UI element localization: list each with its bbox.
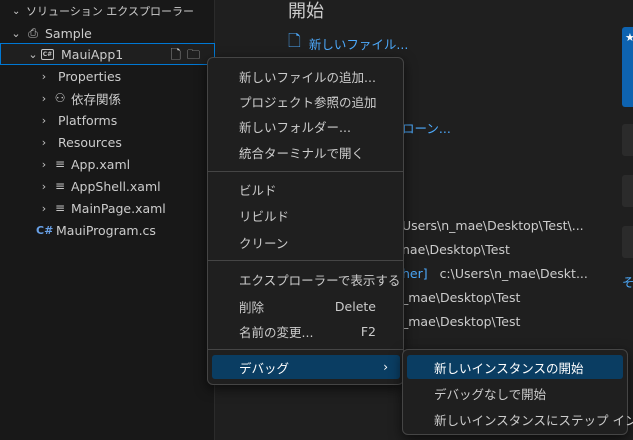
- recent-item[interactable]: nae\Desktop\Test: [402, 242, 510, 257]
- recent-path: c:\Users\n_mae\Deskt...: [439, 266, 588, 281]
- chevron-down-icon: ⌄: [12, 5, 21, 17]
- new-file-label: 新しいファイル...: [308, 37, 409, 52]
- context-menu: 新しいファイルの追加... プロジェクト参照の追加 新しいフォルダー... 統合…: [207, 57, 404, 385]
- chevron-right-icon: ›: [41, 69, 47, 83]
- tree-item[interactable]: › ≡ MainPage.xaml: [0, 197, 215, 219]
- menu-item-delete[interactable]: 削除 Delete: [212, 294, 400, 318]
- menu-separator: [208, 260, 403, 261]
- clone-link[interactable]: ローン...: [402, 118, 451, 137]
- tree-item-label: 依存関係: [71, 91, 122, 107]
- solution-explorer: ⌄ ソリューション エクスプローラー ⌄ ⎙ Sample ⌄ C# MauiA…: [0, 0, 215, 440]
- explorer-header[interactable]: ⌄ ソリューション エクスプローラー: [0, 0, 215, 22]
- tree-item[interactable]: › Properties: [0, 65, 215, 87]
- menu-item-reveal-in-explorer[interactable]: エクスプローラーで表示する: [212, 267, 400, 291]
- recent-item[interactable]: _mae\Desktop\Test: [402, 290, 520, 305]
- menu-item-label: 名前の変更...: [239, 324, 314, 340]
- new-file-link[interactable]: 🗋 新しいファイル...: [288, 30, 408, 57]
- menu-item-new-folder[interactable]: 新しいフォルダー...: [212, 114, 400, 138]
- tree-item[interactable]: › ≡ AppShell.xaml: [0, 175, 215, 197]
- recent-item[interactable]: Users\n_mae\Desktop\Test\...: [402, 218, 584, 233]
- menu-item-open-terminal[interactable]: 統合ターミナルで開く: [212, 140, 400, 164]
- tree-item[interactable]: › Platforms: [0, 109, 215, 131]
- menu-item-label: 新しいインスタンスにステップ イン: [434, 412, 633, 428]
- menu-item-add-project-reference[interactable]: プロジェクト参照の追加: [212, 89, 400, 113]
- chevron-right-icon: ›: [41, 179, 47, 193]
- menu-item-label: デバッグ: [239, 360, 290, 376]
- menu-item-label: エクスプローラーで表示する: [239, 272, 401, 288]
- xaml-icon: ≡: [54, 157, 66, 171]
- debug-submenu: 新しいインスタンスの開始 デバッグなしで開始 新しいインスタンスにステップ イン: [402, 349, 633, 435]
- tree-item-label: AppShell.xaml: [71, 178, 161, 194]
- solution-icon: ⎙: [28, 25, 38, 40]
- menu-separator: [208, 171, 403, 172]
- welcome-title: 開始: [288, 1, 324, 22]
- chevron-right-icon: ›: [383, 360, 388, 374]
- menu-item-label: 統合ターミナルで開く: [239, 145, 365, 161]
- chevron-down-icon: ⌄: [11, 26, 21, 40]
- tree-project[interactable]: ⌄ C# MauiApp1 🗋 🗀: [0, 43, 215, 65]
- star-icon: ★: [625, 31, 633, 44]
- menu-separator: [208, 349, 403, 350]
- recent-path: _mae\Desktop\Test: [402, 290, 521, 305]
- tree-item-label: MainPage.xaml: [71, 200, 166, 216]
- xaml-icon: ≡: [54, 201, 66, 215]
- menu-item-label: プロジェクト参照の追加: [239, 94, 377, 110]
- new-file-icon: 🗋: [288, 31, 301, 50]
- recent-path: Users\n_mae\Desktop\Test\...: [402, 218, 584, 233]
- tree-item-label: Properties: [58, 68, 122, 84]
- chevron-right-icon: ›: [41, 157, 47, 171]
- recent-name: her]: [402, 266, 428, 281]
- walkthrough-card[interactable]: ★: [622, 27, 633, 107]
- tree-item-label: Platforms: [58, 112, 118, 128]
- chevron-right-icon: ›: [41, 113, 47, 127]
- recent-item[interactable]: _mae\Desktop\Test: [402, 314, 520, 329]
- walkthrough-card[interactable]: [622, 124, 633, 156]
- dependencies-icon: ⚇: [54, 91, 66, 105]
- recent-item[interactable]: her] c:\Users\n_mae\Deskt...: [402, 266, 588, 281]
- chevron-right-icon: ›: [41, 91, 47, 105]
- tree-item-label: MauiProgram.cs: [56, 222, 156, 238]
- submenu-item-start-new-instance[interactable]: 新しいインスタンスの開始: [407, 355, 623, 379]
- csharp-project-icon: C#: [41, 48, 54, 60]
- tree-item-label: App.xaml: [71, 156, 131, 172]
- menu-item-shortcut: F2: [360, 323, 376, 339]
- menu-item-rename[interactable]: 名前の変更... F2: [212, 319, 400, 343]
- walkthrough-more-link[interactable]: そ: [622, 272, 633, 291]
- menu-item-label: デバッグなしで開始: [434, 386, 547, 402]
- walkthrough-card[interactable]: [622, 175, 633, 207]
- menu-item-label: 新しいファイルの追加...: [239, 69, 376, 85]
- menu-item-label: ビルド: [239, 182, 277, 198]
- tree-item[interactable]: › ≡ App.xaml: [0, 153, 215, 175]
- explorer-title: ソリューション エクスプローラー: [26, 5, 194, 18]
- chevron-down-icon: ⌄: [28, 47, 38, 61]
- recent-path: nae\Desktop\Test: [402, 242, 510, 257]
- project-label: MauiApp1: [61, 46, 124, 62]
- menu-item-clean[interactable]: クリーン: [212, 230, 400, 254]
- menu-item-shortcut: Delete: [334, 298, 376, 314]
- chevron-right-icon: ›: [41, 135, 47, 149]
- menu-item-add-new-file[interactable]: 新しいファイルの追加...: [212, 64, 400, 88]
- tree-item-label: Resources: [58, 134, 122, 150]
- csharp-icon: C#: [36, 223, 54, 237]
- chevron-right-icon: ›: [41, 201, 47, 215]
- tree-solution[interactable]: ⌄ ⎙ Sample: [0, 22, 215, 44]
- menu-item-label: 新しいフォルダー...: [239, 119, 351, 135]
- menu-item-label: 削除: [239, 299, 265, 315]
- menu-item-label: 新しいインスタンスの開始: [434, 360, 584, 376]
- menu-item-label: リビルド: [239, 208, 290, 224]
- tree-item[interactable]: › Resources: [0, 131, 215, 153]
- walkthrough-card[interactable]: [622, 226, 633, 258]
- solution-label: Sample: [45, 25, 92, 41]
- menu-item-debug[interactable]: デバッグ ›: [212, 355, 400, 379]
- menu-item-build[interactable]: ビルド: [212, 177, 400, 201]
- submenu-item-step-into-new-instance[interactable]: 新しいインスタンスにステップ イン: [407, 407, 633, 431]
- menu-item-label: クリーン: [239, 235, 289, 251]
- submenu-item-start-without-debugging[interactable]: デバッグなしで開始: [407, 381, 623, 405]
- xaml-icon: ≡: [54, 179, 66, 193]
- tree-item[interactable]: › ⚇ 依存関係: [0, 87, 215, 109]
- tree-item[interactable]: C# MauiProgram.cs: [0, 219, 215, 241]
- recent-path: _mae\Desktop\Test: [402, 314, 521, 329]
- menu-item-rebuild[interactable]: リビルド: [212, 203, 400, 227]
